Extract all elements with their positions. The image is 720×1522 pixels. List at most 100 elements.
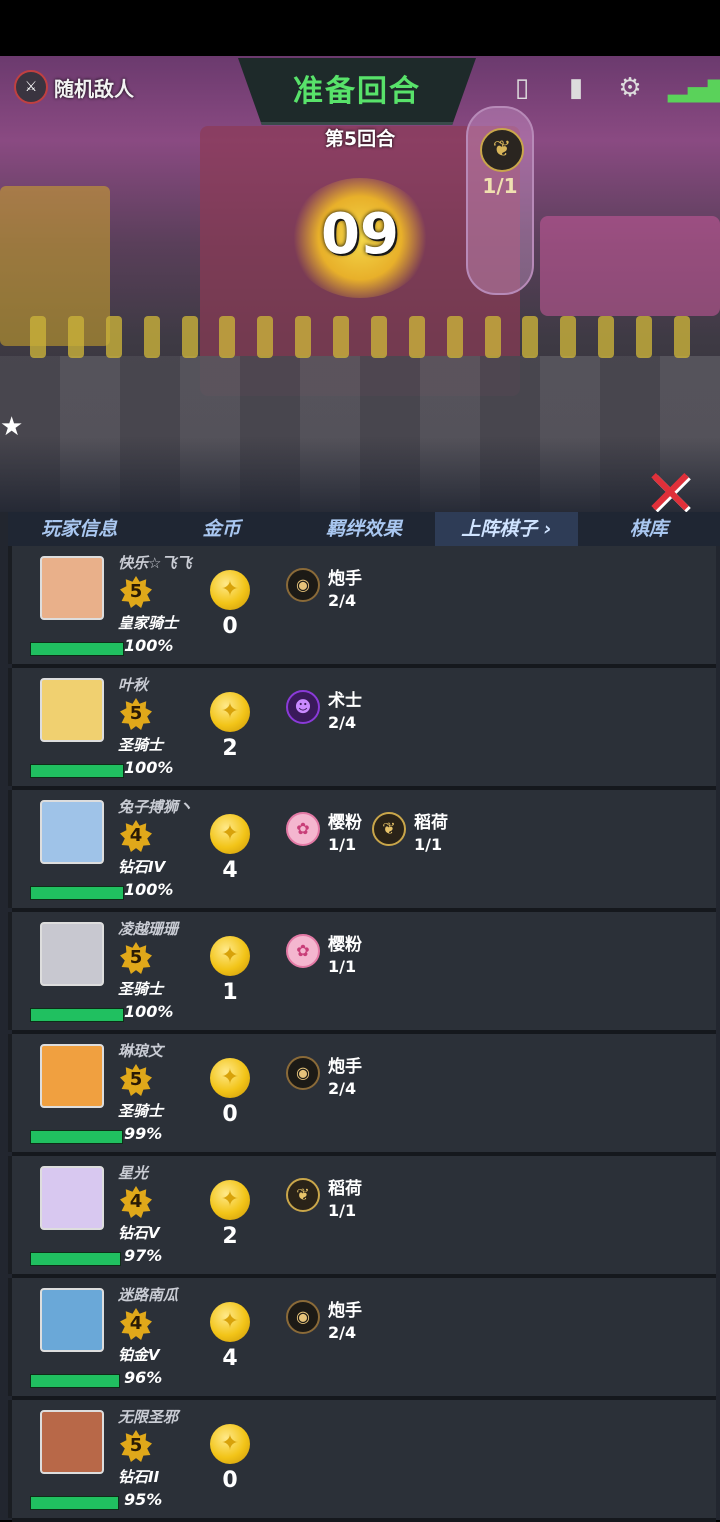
level-badge: 5 bbox=[120, 942, 152, 974]
hp-percent: 95% bbox=[124, 1490, 163, 1509]
player-avatar bbox=[40, 1044, 104, 1108]
player-avatar bbox=[40, 1410, 104, 1474]
player-rank: 钻石IV bbox=[118, 858, 166, 876]
tab-gold[interactable]: 金币 bbox=[150, 512, 292, 546]
gold-coin-icon: ✦ bbox=[210, 570, 250, 610]
opponent-indicator[interactable]: ⚔ 随机敌人 bbox=[14, 70, 134, 104]
level-badge: 4 bbox=[120, 1186, 152, 1218]
synergy-count: 2/4 bbox=[328, 713, 357, 732]
warlock-icon: ☻ bbox=[286, 690, 320, 724]
synergy-name: 炮手 bbox=[328, 569, 362, 589]
gold-coin-icon: ✦ bbox=[210, 692, 250, 732]
hp-bar bbox=[30, 1374, 120, 1388]
status-bar bbox=[0, 0, 720, 56]
phase-title: 准备回合 bbox=[293, 74, 421, 109]
level-badge: 5 bbox=[120, 1430, 152, 1462]
player-rank: 钻石II bbox=[118, 1468, 160, 1486]
gold-amount: 2 bbox=[222, 1224, 238, 1249]
player-rank: 圣骑士 bbox=[118, 980, 164, 998]
synergy-item: ◉ 炮手 2/4 bbox=[286, 1056, 362, 1100]
player-row[interactable]: 琳琅文 5 圣骑士 99% ✦ 0 ◉ 炮手 2/4 bbox=[8, 1034, 716, 1156]
gold-amount: 2 bbox=[222, 736, 238, 761]
synergy-count: 2/4 bbox=[328, 1079, 357, 1098]
synergy-count: 1/1 bbox=[328, 1201, 357, 1220]
countdown-timer: 09 bbox=[290, 178, 430, 298]
hp-percent: 100% bbox=[124, 636, 174, 655]
player-name: 叶秋 bbox=[118, 676, 149, 694]
synergy-name: 稻荷 bbox=[328, 1179, 362, 1199]
player-row[interactable]: 星光 4 钻石V 97% ✦ 2 ❦ 稻荷 1/1 bbox=[8, 1156, 716, 1278]
player-row[interactable]: 凌越珊珊 5 圣骑士 100% ✦ 1 ✿ 樱粉 1/1 bbox=[8, 912, 716, 1034]
player-row[interactable]: 快乐☆飞飞 5 皇家骑士 100% ✦ 0 ◉ 炮手 2/4 bbox=[8, 546, 716, 668]
synergy-item: ❦ 稻荷 1/1 bbox=[286, 1178, 362, 1222]
hp-percent: 97% bbox=[124, 1246, 163, 1265]
rice-icon: ❦ bbox=[286, 1178, 320, 1212]
player-row[interactable]: 迷路南瓜 4 铂金V 96% ✦ 4 ◉ 炮手 2/4 bbox=[8, 1278, 716, 1400]
player-rank: 圣骑士 bbox=[118, 1102, 164, 1120]
level-badge: 5 bbox=[120, 576, 152, 608]
player-row[interactable]: 叶秋 5 圣骑士 100% ✦ 2 ☻ 术士 2/4 bbox=[8, 668, 716, 790]
phase-banner: 准备回合 bbox=[238, 58, 476, 125]
timer-value: 09 bbox=[321, 202, 399, 267]
synergy-count: 1/1 bbox=[414, 835, 443, 854]
hp-bar bbox=[30, 1130, 123, 1144]
cannon-icon: ◉ bbox=[286, 568, 320, 602]
synergy-item: ✿ 樱粉 1/1 bbox=[286, 812, 362, 856]
hp-bar bbox=[30, 886, 124, 900]
player-info-panel: 玩家信息 金币 羁绊效果 上阵棋子 › 棋库 快乐☆飞飞 5 皇家骑士 100% ✦ 0 … bbox=[0, 512, 720, 1522]
synergy-count: 2/4 bbox=[328, 591, 357, 610]
hp-bar bbox=[30, 1008, 124, 1022]
player-avatar bbox=[40, 1288, 104, 1352]
bollard-row bbox=[30, 316, 690, 366]
vs-icon: ⚔ bbox=[14, 70, 48, 104]
synergy-name: 炮手 bbox=[328, 1301, 362, 1321]
hp-bar bbox=[30, 764, 124, 778]
synergy-count: 2/4 bbox=[328, 1323, 357, 1342]
hp-percent: 100% bbox=[124, 758, 174, 777]
opponent-label: 随机敌人 bbox=[54, 76, 134, 101]
player-rank: 圣骑士 bbox=[118, 736, 164, 754]
tab-synergy[interactable]: 羁绊效果 bbox=[293, 512, 435, 546]
cannon-icon: ◉ bbox=[286, 1056, 320, 1090]
player-avatar bbox=[40, 922, 104, 986]
player-avatar bbox=[40, 678, 104, 742]
gold-coin-icon: ✦ bbox=[210, 936, 250, 976]
gold-coin-icon: ✦ bbox=[210, 1302, 250, 1342]
synergy-item: ◉ 炮手 2/4 bbox=[286, 1300, 362, 1344]
sakura-icon: ✿ bbox=[286, 934, 320, 968]
synergy-count: 1/1 bbox=[328, 957, 357, 976]
top-toolbar: ▯ ▮ ⚙ ▂▄▆ bbox=[506, 72, 720, 104]
player-name: 无限圣邪 bbox=[118, 1408, 179, 1426]
population-tube[interactable]: ❦ 1/1 bbox=[466, 106, 534, 295]
player-avatar bbox=[40, 1166, 104, 1230]
gold-amount: 4 bbox=[222, 858, 238, 883]
hp-percent: 96% bbox=[124, 1368, 163, 1387]
gear-icon[interactable]: ⚙ bbox=[614, 72, 646, 104]
tab-piece-library[interactable]: 棋库 bbox=[578, 512, 720, 546]
star-icon: ★ bbox=[0, 412, 24, 442]
tab-deployed-pieces[interactable]: 上阵棋子 › bbox=[435, 512, 578, 546]
gold-amount: 4 bbox=[222, 1346, 238, 1371]
book-icon[interactable]: ▮ bbox=[560, 72, 592, 104]
level-badge: 5 bbox=[120, 1064, 152, 1096]
cannon-icon: ◉ bbox=[286, 1300, 320, 1334]
gold-amount: 1 bbox=[222, 980, 238, 1005]
tab-player-info[interactable]: 玩家信息 bbox=[8, 512, 150, 546]
signal-icon: ▂▄▆ bbox=[668, 73, 720, 103]
phone-swap-icon[interactable]: ▯ bbox=[506, 72, 538, 104]
player-avatar bbox=[40, 800, 104, 864]
gold-coin-icon: ✦ bbox=[210, 1180, 250, 1220]
player-row[interactable]: 无限圣邪 5 钻石II 95% ✦ 0 bbox=[8, 1400, 716, 1522]
player-name: 兔子搏狮丶 bbox=[118, 798, 194, 816]
synergy-name: 炮手 bbox=[328, 1057, 362, 1077]
level-badge: 4 bbox=[120, 820, 152, 852]
sakura-icon: ✿ bbox=[286, 812, 320, 846]
neon-sign-right bbox=[540, 216, 720, 316]
gold-coin-icon: ✦ bbox=[210, 1424, 250, 1464]
panel-tabs: 玩家信息 金币 羁绊效果 上阵棋子 › 棋库 bbox=[8, 512, 720, 546]
gold-coin-icon: ✦ bbox=[210, 1058, 250, 1098]
player-name: 凌越珊珊 bbox=[118, 920, 179, 938]
hp-percent: 99% bbox=[124, 1124, 163, 1143]
player-row[interactable]: 兔子搏狮丶 4 钻石IV 100% ✦ 4 ✿ 樱粉 1/1 ❦ 稻荷 1/1 bbox=[8, 790, 716, 912]
player-avatar bbox=[40, 556, 104, 620]
